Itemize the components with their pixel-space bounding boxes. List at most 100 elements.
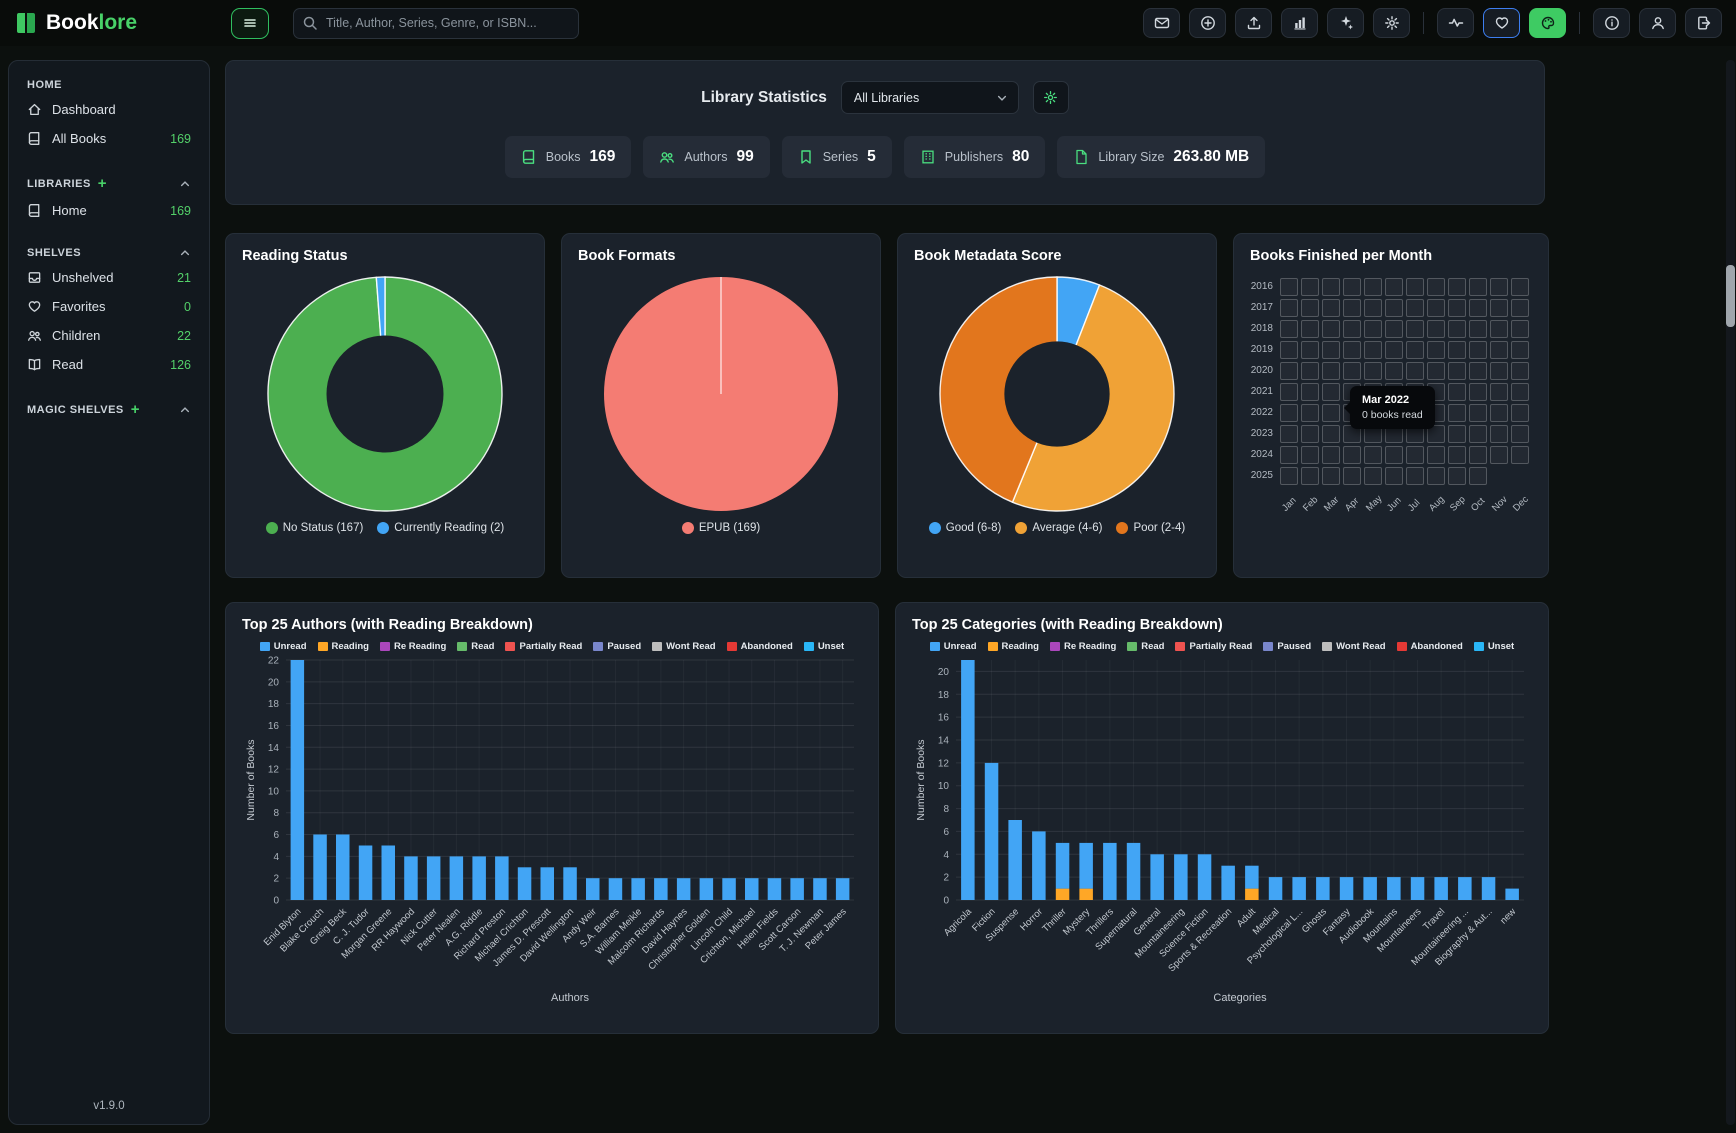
heatmap-cell[interactable] (1322, 299, 1340, 317)
bar-segment[interactable] (472, 856, 486, 900)
heatmap-cell[interactable] (1280, 446, 1298, 464)
legend-item[interactable]: EPUB (169) (682, 522, 760, 534)
legend-item[interactable]: Read (457, 641, 494, 652)
heatmap-cell[interactable] (1301, 278, 1319, 296)
legend-item[interactable]: Abandoned (727, 641, 793, 652)
sidebar-item-library-home[interactable]: Home 169 (19, 196, 199, 225)
heatmap-cell[interactable] (1322, 425, 1340, 443)
heatmap-cell[interactable] (1511, 320, 1529, 338)
sidebar-item-unshelved[interactable]: Unshelved 21 (19, 263, 199, 292)
heatmap-cell[interactable] (1511, 278, 1529, 296)
heatmap-cell[interactable] (1490, 362, 1508, 380)
heatmap-cell[interactable] (1511, 383, 1529, 401)
heatmap-cell[interactable] (1427, 446, 1445, 464)
heatmap-cell[interactable] (1301, 362, 1319, 380)
bar-segment[interactable] (1411, 877, 1425, 900)
heatmap-cell[interactable] (1280, 383, 1298, 401)
heatmap-cell[interactable] (1427, 467, 1445, 485)
heatmap-cell[interactable] (1322, 404, 1340, 422)
bar-segment[interactable] (813, 878, 827, 900)
legend-item[interactable]: Unset (804, 641, 844, 652)
heatmap-cell[interactable] (1469, 404, 1487, 422)
library-filter-select[interactable]: All Libraries (841, 81, 1019, 114)
heatmap-cell[interactable] (1280, 467, 1298, 485)
heatmap-cell[interactable] (1406, 467, 1424, 485)
heatmap-cell[interactable] (1427, 278, 1445, 296)
bar-segment[interactable] (1434, 877, 1448, 900)
app-logo[interactable]: Booklore (14, 11, 137, 35)
heatmap-cell[interactable] (1406, 299, 1424, 317)
heatmap-cell[interactable] (1511, 341, 1529, 359)
legend-item[interactable]: Average (4-6) (1015, 522, 1102, 534)
legend-item[interactable]: Wont Read (1322, 641, 1385, 652)
heatmap-cell[interactable] (1469, 383, 1487, 401)
activity-button[interactable] (1437, 8, 1474, 38)
magic-button[interactable] (1327, 8, 1364, 38)
heatmap-cell[interactable] (1490, 425, 1508, 443)
heatmap-cell[interactable] (1448, 383, 1466, 401)
legend-item[interactable]: Reading (988, 641, 1039, 652)
bar-segment[interactable] (1340, 877, 1354, 900)
bar-segment[interactable] (1056, 889, 1070, 900)
heatmap-cell[interactable] (1490, 446, 1508, 464)
legend-item[interactable]: Partially Read (505, 641, 582, 652)
bar-segment[interactable] (1269, 877, 1283, 900)
heatmap-cell[interactable] (1406, 278, 1424, 296)
bar-segment[interactable] (985, 763, 999, 900)
legend-item[interactable]: Unread (260, 641, 307, 652)
bar-segment[interactable] (1245, 889, 1259, 900)
mail-button[interactable] (1143, 8, 1180, 38)
legend-item[interactable]: Read (1127, 641, 1164, 652)
heatmap-cell[interactable] (1364, 278, 1382, 296)
heatmap-cell[interactable] (1490, 404, 1508, 422)
heatmap-cell[interactable] (1343, 341, 1361, 359)
heatmap-cell[interactable] (1448, 362, 1466, 380)
chevron-up-icon[interactable] (179, 178, 191, 190)
heatmap-cell[interactable] (1385, 278, 1403, 296)
heatmap-cell[interactable] (1427, 362, 1445, 380)
heatmap-cell[interactable] (1448, 341, 1466, 359)
bar-segment[interactable] (1505, 889, 1519, 900)
legend-item[interactable]: Unread (930, 641, 977, 652)
heatmap-cell[interactable] (1364, 467, 1382, 485)
bar-segment[interactable] (586, 878, 600, 900)
heatmap-cell[interactable] (1490, 383, 1508, 401)
sidebar-item-children[interactable]: Children 22 (19, 321, 199, 350)
heatmap-cell[interactable] (1469, 320, 1487, 338)
heatmap-cell[interactable] (1343, 446, 1361, 464)
legend-item[interactable]: Good (6-8) (929, 522, 1002, 534)
legend-item[interactable]: Partially Read (1175, 641, 1252, 652)
heatmap-cell[interactable] (1469, 299, 1487, 317)
heatmap-cell[interactable] (1385, 467, 1403, 485)
heatmap-cell[interactable] (1406, 446, 1424, 464)
bar-segment[interactable] (1008, 820, 1022, 900)
bar-segment[interactable] (336, 835, 350, 901)
upload-button[interactable] (1235, 8, 1272, 38)
sidebar-item-favorites[interactable]: Favorites 0 (19, 292, 199, 321)
legend-item[interactable]: Paused (593, 641, 641, 652)
heatmap-cell[interactable] (1301, 446, 1319, 464)
bar-segment[interactable] (1482, 877, 1496, 900)
bar-segment[interactable] (790, 878, 804, 900)
heatmap-cell[interactable] (1301, 383, 1319, 401)
bar-segment[interactable] (1174, 854, 1188, 900)
chevron-up-icon[interactable] (179, 404, 191, 416)
chevron-up-icon[interactable] (179, 247, 191, 259)
add-library-button[interactable]: + (98, 175, 107, 192)
bar-segment[interactable] (768, 878, 782, 900)
heatmap-cell[interactable] (1280, 404, 1298, 422)
bar-segment[interactable] (1032, 831, 1046, 900)
heatmap-cell[interactable] (1322, 362, 1340, 380)
bar-segment[interactable] (1150, 854, 1164, 900)
bar-segment[interactable] (1221, 866, 1235, 900)
bar-segment[interactable] (541, 867, 555, 900)
heatmap-cell[interactable] (1406, 320, 1424, 338)
sidebar-item-dashboard[interactable]: Dashboard (19, 95, 199, 124)
heatmap-cell[interactable] (1511, 299, 1529, 317)
heatmap-cell[interactable] (1301, 320, 1319, 338)
bar-segment[interactable] (450, 856, 464, 900)
bar-segment[interactable] (1363, 877, 1377, 900)
bar-segment[interactable] (1127, 843, 1141, 900)
heatmap-cell[interactable] (1322, 383, 1340, 401)
bar-segment[interactable] (745, 878, 759, 900)
